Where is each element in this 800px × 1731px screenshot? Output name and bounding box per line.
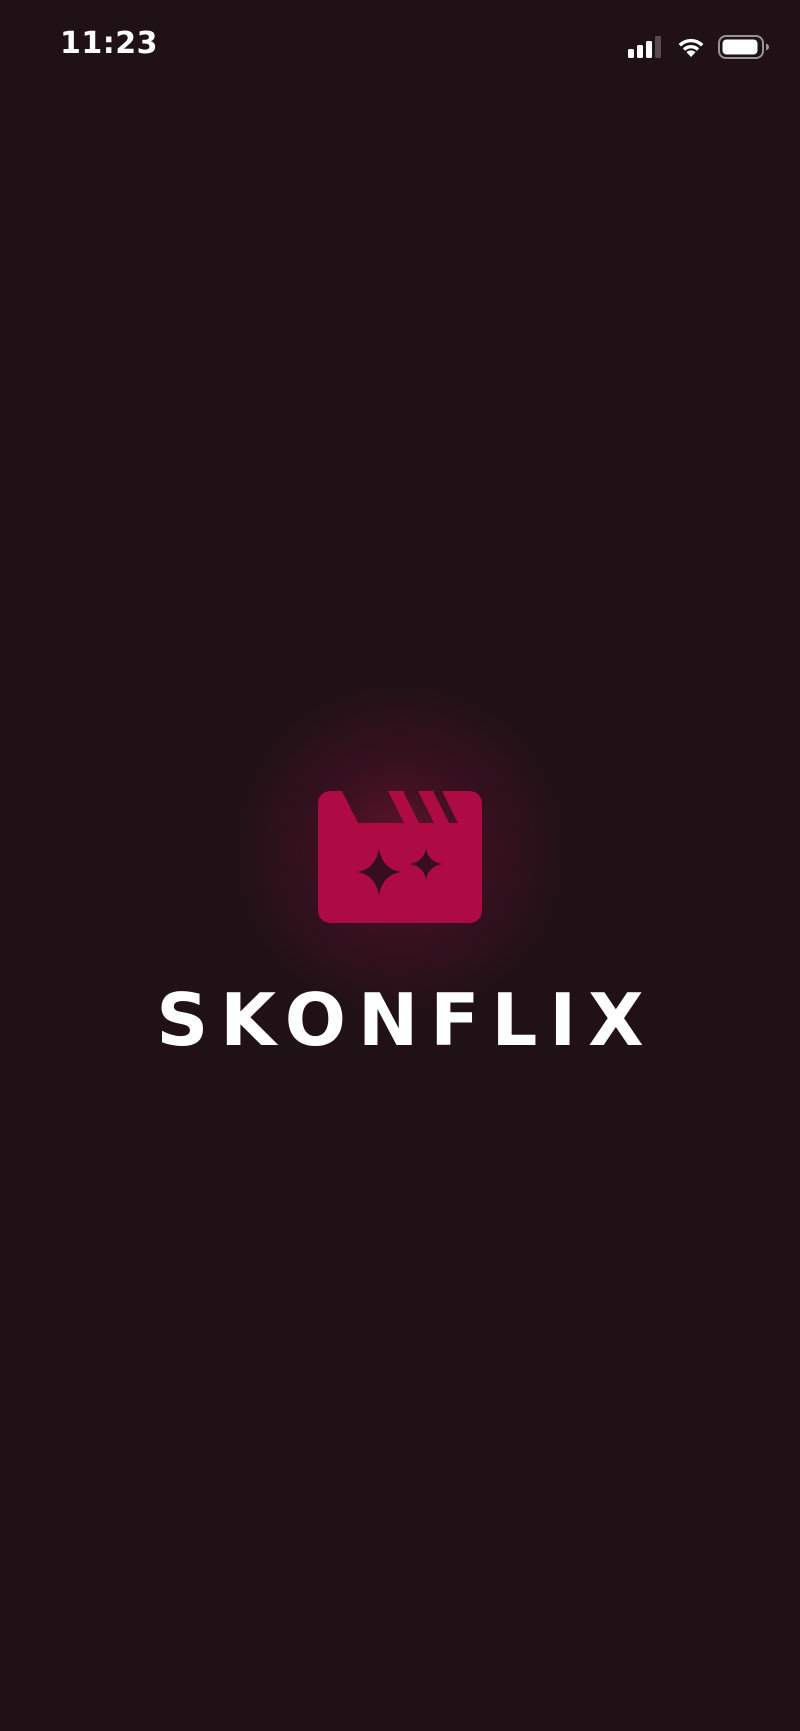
splash-screen: SKONFLIX (0, 680, 800, 1100)
status-icons (628, 32, 770, 62)
status-bar: 11:23 (0, 0, 800, 96)
app-name: SKONFLIX (156, 978, 656, 1062)
battery-icon (718, 35, 770, 59)
status-time: 11:23 (60, 26, 158, 61)
wifi-icon (676, 36, 706, 58)
cellular-signal-icon (628, 36, 664, 58)
clapperboard-sparkle-icon (318, 791, 482, 923)
